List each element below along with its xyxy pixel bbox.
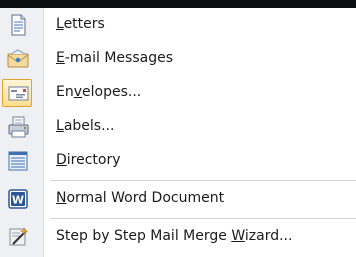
labels-printer-icon [6, 116, 30, 138]
menu-item-label: Step by Step Mail Merge Wizard... [56, 228, 293, 244]
menu-item-envelopes[interactable]: Envelopes... [0, 76, 356, 110]
menu-item-mail-merge-wizard[interactable]: Step by Step Mail Merge Wizard... [0, 220, 356, 254]
start-mail-merge-menu: Letters E-mail Messages Envelopes... Lab… [0, 8, 356, 257]
menu-item-labels[interactable]: Labels... [0, 110, 356, 144]
menu-item-directory[interactable]: Directory [0, 144, 356, 178]
menu-item-label: E-mail Messages [56, 50, 174, 66]
menu-item-label: Labels... [56, 118, 115, 134]
envelope-icon [6, 82, 30, 104]
menu-item-label: Directory [56, 152, 121, 168]
word-document-icon: W [6, 188, 30, 210]
wizard-wand-icon [6, 226, 30, 248]
menu-item-label: Normal Word Document [56, 190, 225, 206]
menu-item-email-messages[interactable]: E-mail Messages [0, 42, 356, 76]
menu-item-label: Letters [56, 16, 105, 32]
email-envelope-icon [6, 48, 30, 70]
letter-document-icon [6, 14, 30, 36]
menu-item-normal-word-document[interactable]: W Normal Word Document [0, 182, 356, 216]
menu-item-label: Envelopes... [56, 84, 142, 100]
directory-list-icon [6, 150, 30, 172]
menu-item-letters[interactable]: Letters [0, 8, 356, 42]
svg-text:W: W [12, 194, 24, 207]
